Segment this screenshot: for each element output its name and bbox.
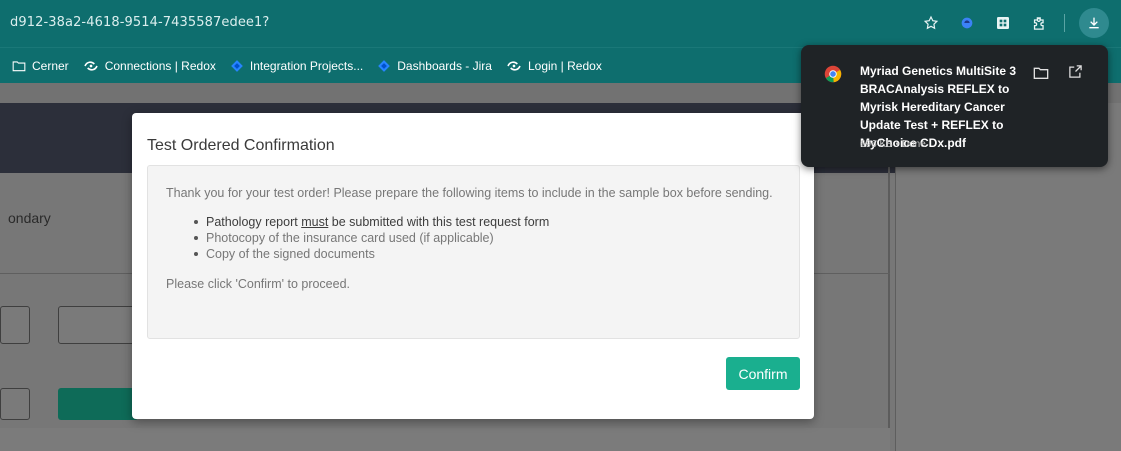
bookmark-label: Integration Projects... — [249, 58, 364, 73]
bookmark-login-redox[interactable]: Login | Redox — [506, 59, 602, 73]
modal-title: Test Ordered Confirmation — [147, 137, 335, 154]
bookmark-label: Dashboards - Jira — [397, 58, 492, 73]
background-input[interactable] — [0, 388, 30, 420]
secondary-label: ondary — [8, 210, 51, 226]
show-in-folder-icon[interactable] — [1033, 66, 1049, 85]
download-status: 696 KB • Done — [860, 139, 926, 150]
emphasis-text: must — [301, 215, 329, 229]
items-list: Pathology report must be submitted with … — [194, 214, 781, 262]
bookmark-connections-redox[interactable]: Connections | Redox — [83, 59, 216, 73]
browser-address-bar[interactable]: d912-38a2-4618-9514-7435587edee1? — [0, 0, 1121, 47]
modal-message-box: Thank you for your test order! Please pr… — [147, 165, 800, 339]
extensions-puzzle-icon[interactable] — [1028, 12, 1050, 34]
downloads-button[interactable] — [1079, 8, 1109, 38]
bookmark-label: Login | Redox — [527, 58, 602, 73]
jira-icon — [378, 59, 391, 72]
bookmark-star-icon[interactable] — [920, 12, 942, 34]
page-bottom-strip — [0, 428, 890, 451]
redox-icon — [83, 60, 98, 71]
background-action-button[interactable] — [58, 388, 138, 420]
background-input[interactable] — [58, 306, 138, 344]
list-item: Copy of the signed documents — [194, 246, 781, 262]
chrome-logo-icon — [824, 65, 842, 83]
confirm-button[interactable]: Confirm — [726, 357, 800, 390]
list-item: Pathology report must be submitted with … — [194, 214, 781, 230]
bookmark-label: Cerner — [32, 58, 69, 73]
bookmark-integration-projects[interactable]: Integration Projects... — [230, 59, 363, 73]
folder-icon — [12, 60, 26, 71]
background-input[interactable] — [0, 306, 30, 344]
url-text[interactable]: d912-38a2-4618-9514-7435587edee1? — [10, 15, 269, 30]
bookmark-cerner[interactable]: Cerner — [12, 59, 69, 73]
redox-icon — [507, 60, 521, 71]
jira-icon — [231, 59, 243, 72]
download-bubble: Myriad Genetics MultiSite 3 BRACAnalysis… — [801, 45, 1108, 167]
open-external-icon[interactable] — [1068, 64, 1083, 84]
extension-grid-icon[interactable] — [992, 12, 1014, 34]
bookmark-label: Connections | Redox — [104, 58, 216, 73]
extension-blue-icon[interactable] — [956, 12, 978, 34]
toolbar-separator — [1064, 14, 1065, 32]
bookmark-dashboards-jira[interactable]: Dashboards - Jira — [377, 59, 492, 73]
proceed-instruction: Please click 'Confirm' to proceed. — [166, 277, 351, 291]
browser-toolbar-icons — [920, 8, 1109, 38]
modal-intro: Thank you for your test order! Please pr… — [166, 186, 773, 200]
list-item: Photocopy of the insurance card used (if… — [194, 230, 781, 246]
test-ordered-confirmation-modal: Test Ordered Confirmation Thank you for … — [132, 113, 814, 419]
download-icon — [1089, 17, 1099, 29]
